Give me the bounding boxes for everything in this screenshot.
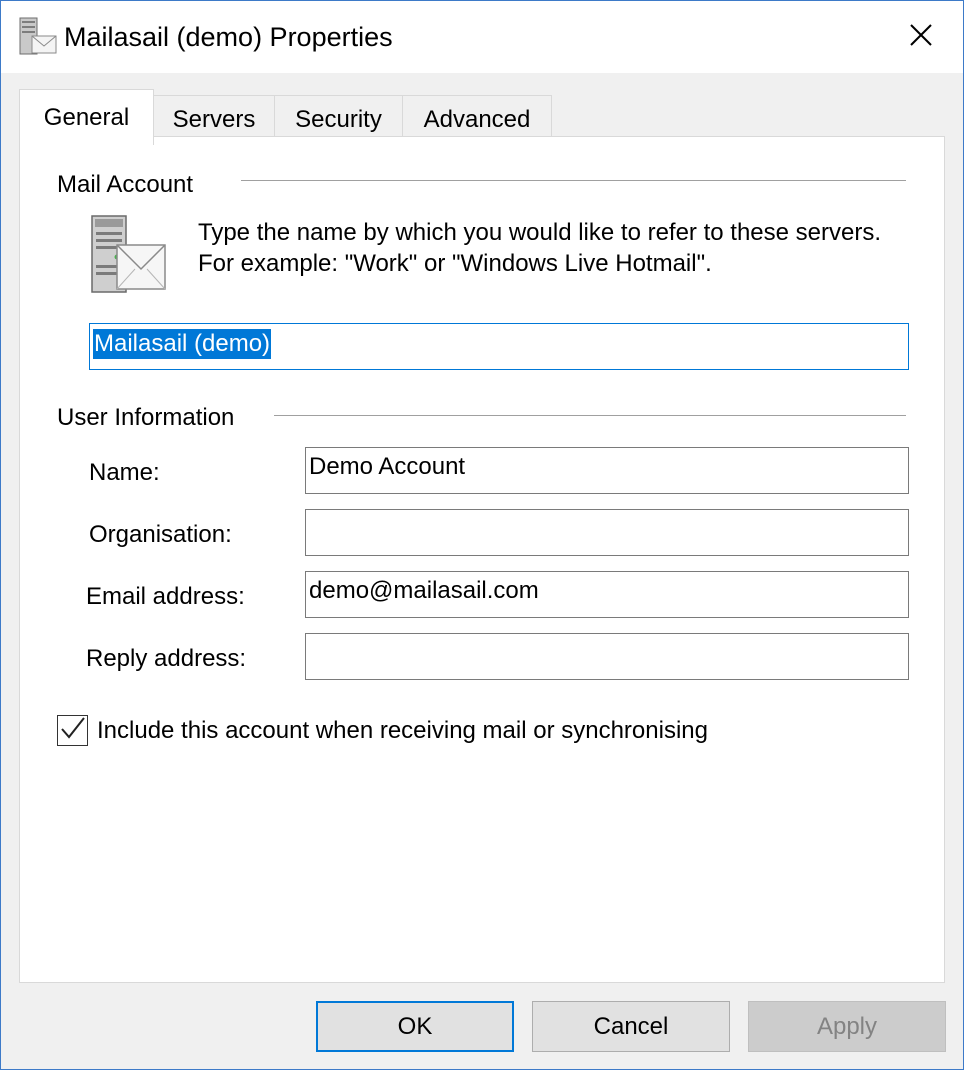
user-information-group-label: User Information — [57, 404, 235, 432]
properties-dialog: Mailasail (demo) Properties General Serv… — [0, 0, 964, 1070]
account-name-description: Type the name by which you would like to… — [198, 219, 882, 277]
name-label: Name: — [89, 459, 160, 486]
group-divider — [274, 415, 906, 416]
cancel-button[interactable]: Cancel — [532, 1001, 730, 1052]
close-button[interactable] — [891, 13, 951, 61]
cancel-button-label: Cancel — [593, 1012, 669, 1040]
ok-button[interactable]: OK — [316, 1001, 514, 1052]
apply-button-label: Apply — [816, 1012, 878, 1040]
include-account-checkbox[interactable] — [57, 715, 88, 746]
mail-server-icon — [18, 17, 58, 57]
mail-server-icon — [89, 213, 169, 295]
tab-label: Advanced — [423, 106, 531, 133]
name-value: Demo Account — [309, 453, 466, 480]
tab-label: Security — [295, 106, 382, 133]
email-address-value: demo@mailasail.com — [309, 577, 539, 604]
name-field[interactable]: Demo Account — [305, 447, 909, 494]
tab-general[interactable]: General — [19, 89, 154, 145]
apply-button[interactable]: Apply — [748, 1001, 946, 1052]
email-address-label: Email address: — [86, 583, 245, 610]
group-divider — [241, 180, 906, 181]
reply-address-label: Reply address: — [86, 645, 247, 672]
include-account-label[interactable]: Include this account when receiving mail… — [97, 717, 708, 745]
account-name-value: Mailasail (demo) — [93, 329, 272, 359]
mail-account-group-label: Mail Account — [57, 171, 194, 199]
account-name-input[interactable]: Mailasail (demo) — [89, 323, 909, 370]
tab-label: General — [43, 103, 130, 131]
organisation-label: Organisation: — [89, 521, 232, 548]
ok-button-label: OK — [397, 1012, 433, 1040]
checkmark-icon — [60, 716, 86, 745]
reply-address-field[interactable] — [305, 633, 909, 680]
tab-label: Servers — [172, 106, 256, 133]
organisation-field[interactable] — [305, 509, 909, 556]
close-icon — [910, 23, 932, 51]
window-title: Mailasail (demo) Properties — [64, 22, 393, 52]
email-address-field[interactable]: demo@mailasail.com — [305, 571, 909, 618]
title-bar: Mailasail (demo) Properties — [1, 1, 963, 73]
